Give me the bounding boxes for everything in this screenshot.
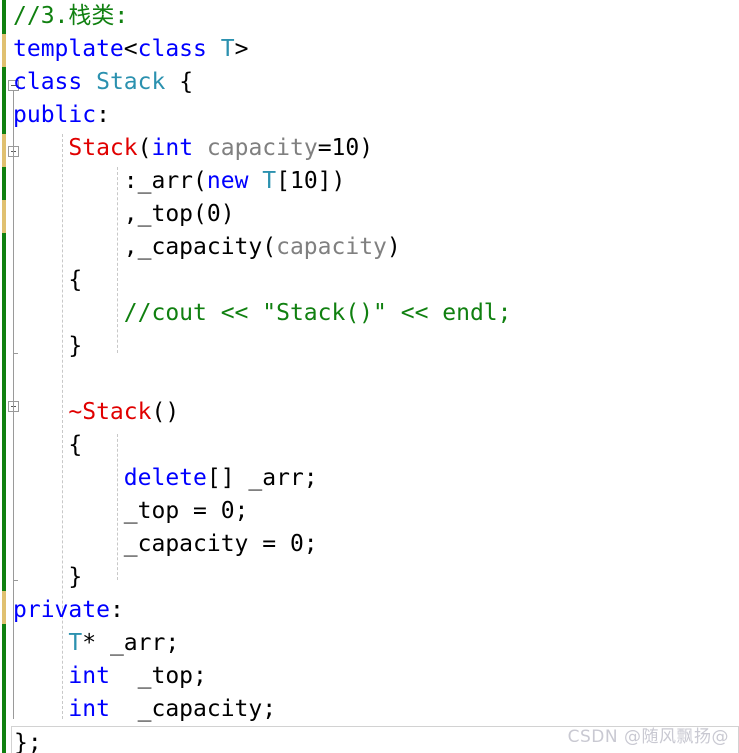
- line-class-stack[interactable]: class Stack {: [0, 66, 739, 99]
- line-constructor-close-brace[interactable]: }: [0, 330, 739, 363]
- code-token: capacity: [276, 234, 387, 260]
- code-token: ): [386, 234, 401, 260]
- code-token: public: [13, 102, 97, 128]
- code-token: _capacity = 0;: [13, 531, 318, 557]
- code-token: (: [137, 135, 152, 161]
- line-destructor-signature[interactable]: ~Stack(): [0, 396, 739, 429]
- line-public-label[interactable]: public:: [0, 99, 739, 132]
- code-token: T: [220, 36, 235, 62]
- line-template-decl[interactable]: template<class T>: [0, 33, 739, 66]
- code-token: class: [137, 36, 207, 62]
- code-token: int: [68, 696, 110, 722]
- line-init-capacity[interactable]: ,_capacity(capacity): [0, 231, 739, 264]
- code-token: Stack: [96, 69, 166, 95]
- line-member-arr[interactable]: T* _arr;: [0, 627, 739, 660]
- code-editor[interactable]: //3.栈类: template<class T> class Stack {pub…: [0, 0, 739, 753]
- line-comment-stack-class[interactable]: //3.栈类:: [0, 0, 739, 33]
- code-token: :_arr(: [13, 168, 207, 194]
- code-token: {: [13, 267, 83, 293]
- line-member-capacity[interactable]: int _capacity;: [0, 693, 739, 726]
- code-token: class: [13, 69, 83, 95]
- code-token: <: [123, 36, 138, 62]
- code-token: private: [13, 597, 110, 623]
- line-constructor-signature[interactable]: Stack(int capacity=10): [0, 132, 739, 165]
- code-token: _top = 0;: [13, 498, 249, 524]
- code-token: _top;: [109, 663, 207, 689]
- line-init-top[interactable]: ,_top(0): [0, 198, 739, 231]
- code-token: T: [262, 168, 277, 194]
- line-delete-arr[interactable]: delete[] _arr;: [0, 462, 739, 495]
- code-token: [] _arr;: [206, 465, 318, 491]
- code-token: //3.栈类:: [13, 3, 129, 29]
- code-token: capacity: [206, 135, 318, 161]
- line-member-top[interactable]: int _top;: [0, 660, 739, 693]
- code-token: T: [68, 630, 83, 656]
- code-token: }: [13, 333, 83, 359]
- code-token: int: [151, 135, 194, 161]
- code-token: [10]): [276, 168, 346, 194]
- code-token: int: [68, 663, 110, 689]
- line-init-arr[interactable]: :_arr(new T[10]): [0, 165, 739, 198]
- code-token: };: [14, 730, 42, 753]
- code-content[interactable]: //3.栈类: template<class T> class Stack {pub…: [0, 0, 739, 753]
- line-commented-cout[interactable]: //cout << "Stack()" << endl;: [0, 297, 739, 330]
- code-token: ~Stack: [68, 399, 152, 425]
- code-token: new: [206, 168, 249, 194]
- code-token: {: [165, 69, 194, 95]
- code-token: ,_top(0): [13, 201, 235, 227]
- code-token: * _arr;: [82, 630, 180, 656]
- line-private-label[interactable]: private:: [0, 594, 739, 627]
- code-token: ,_capacity(: [13, 234, 277, 260]
- line-reset-capacity[interactable]: _capacity = 0;: [0, 528, 739, 561]
- code-token: =10): [317, 135, 374, 161]
- code-token: :: [109, 597, 124, 623]
- line-class-close[interactable]: };: [11, 726, 739, 753]
- code-token: Stack: [68, 135, 138, 161]
- line-destructor-close-brace[interactable]: }: [0, 561, 739, 594]
- line-blank[interactable]: [0, 363, 739, 396]
- code-token: delete: [123, 465, 207, 491]
- code-token: //cout << "Stack()" << endl;: [13, 300, 512, 326]
- line-constructor-open-brace[interactable]: {: [0, 264, 739, 297]
- code-token: {: [13, 432, 83, 458]
- code-token: (): [151, 399, 180, 425]
- line-destructor-open-brace[interactable]: {: [0, 429, 739, 462]
- line-reset-top[interactable]: _top = 0;: [0, 495, 739, 528]
- code-token: _capacity;: [109, 696, 277, 722]
- code-token: >: [234, 36, 249, 62]
- code-token: }: [13, 564, 83, 590]
- code-token: :: [96, 102, 110, 128]
- code-token: template: [13, 36, 124, 62]
